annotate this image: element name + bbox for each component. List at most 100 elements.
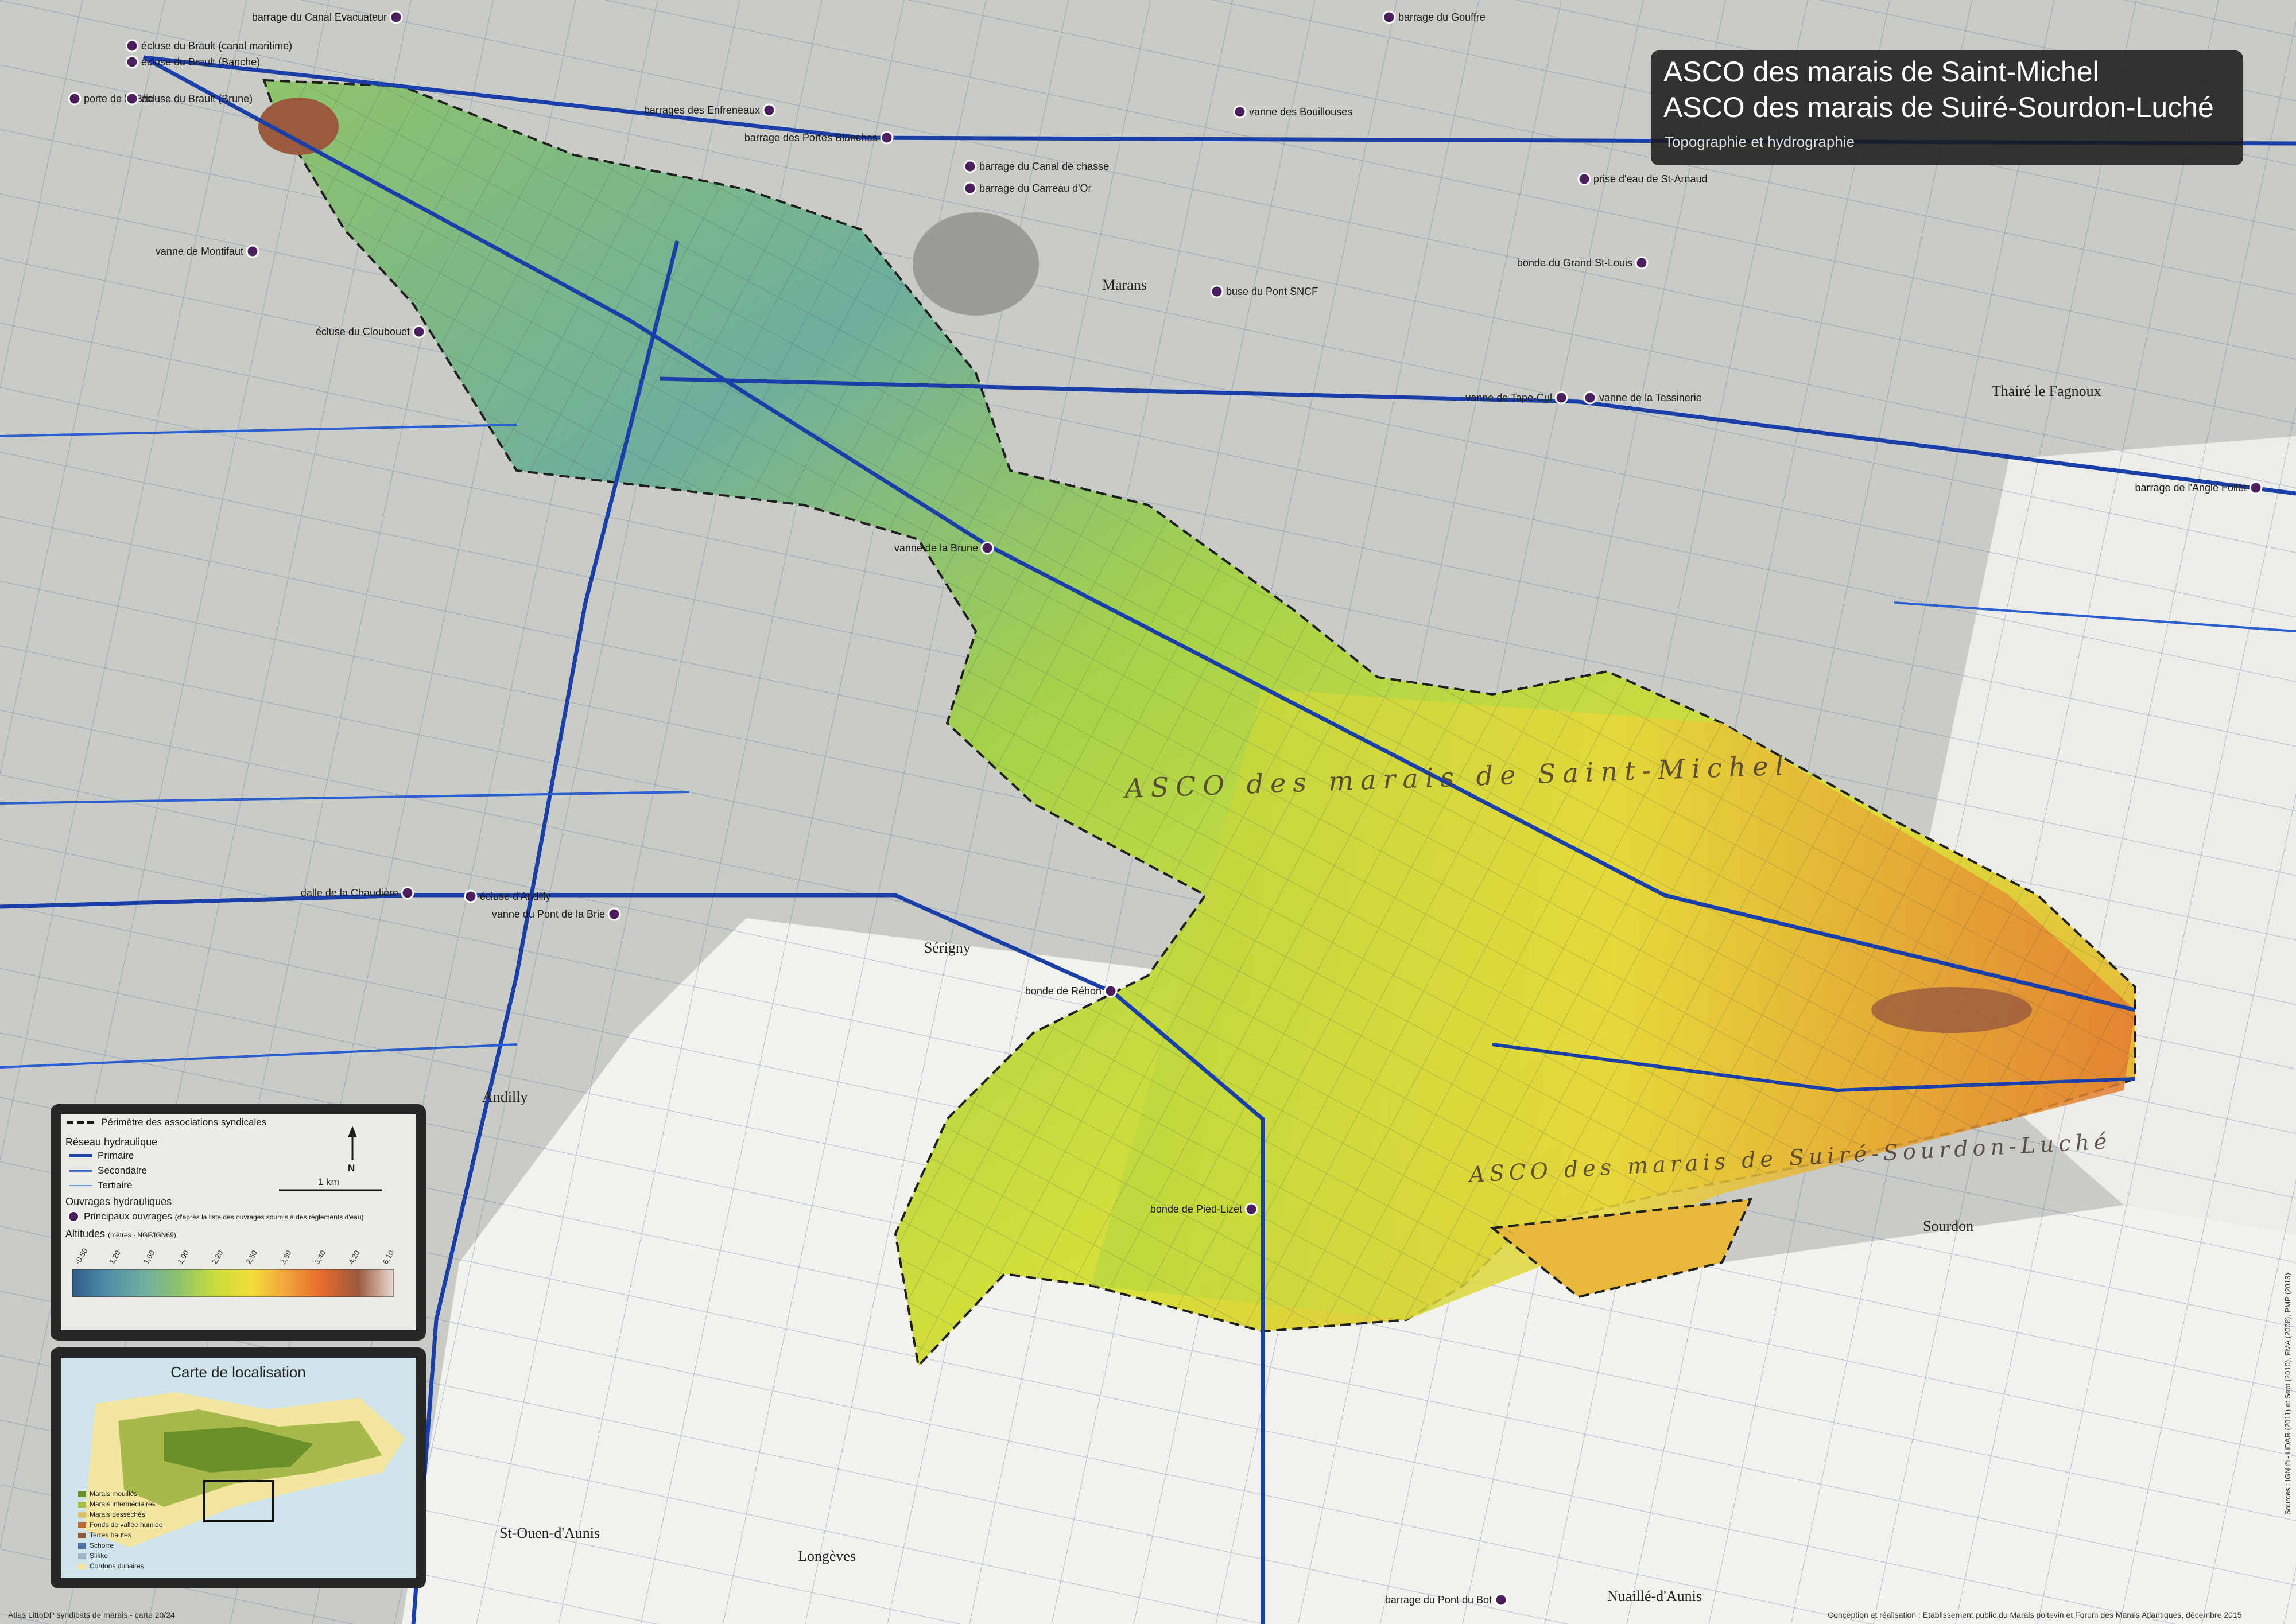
structure-label: écluse d'Andilly — [480, 891, 551, 902]
structure-label: barrage du Canal Evacuateur — [252, 11, 387, 23]
structure-marker[interactable] — [762, 103, 776, 117]
altitude-ramp-bar — [72, 1269, 394, 1297]
legend-works-header: Ouvrages hydrauliques — [65, 1196, 172, 1207]
structure-marker[interactable] — [963, 181, 977, 195]
structure-label: prise d'eau de St-Arnaud — [1593, 173, 1708, 185]
legend-primary: Primaire — [98, 1150, 134, 1161]
structure-label: buse du Pont SNCF — [1226, 286, 1318, 297]
loc-item: Schorre — [78, 1541, 114, 1549]
structure-label: écluse du Brault (canal maritime) — [141, 40, 292, 52]
legend-tertiary: Tertiaire — [98, 1180, 133, 1191]
footer-right: Conception et réalisation : Etablissemen… — [1828, 1610, 2242, 1619]
structure-marker[interactable] — [1104, 984, 1118, 998]
legend-main-works: Principaux ouvrages (d'après la liste de… — [84, 1211, 364, 1222]
town-label: St-Ouen-d'Aunis — [499, 1525, 600, 1541]
map-title-2: ASCO des marais de Suiré-Sourdon-Luché — [1663, 91, 2214, 123]
structure-marker[interactable] — [401, 886, 414, 900]
structure-marker[interactable] — [1494, 1593, 1508, 1607]
structure-label: écluse du Brault (Brune) — [141, 93, 253, 104]
structure-marker[interactable] — [1210, 285, 1224, 298]
structure-label: bonde de Pied-Lizet — [1150, 1203, 1242, 1215]
structure-marker[interactable] — [963, 160, 977, 173]
legend-altitudes-unit: (mètres - NGF/IGN69) — [108, 1231, 176, 1239]
altitude-tick-label: 1,60 — [142, 1249, 157, 1265]
legend-altitudes-title: Altitudes — [65, 1228, 106, 1240]
structure-marker[interactable] — [389, 10, 403, 24]
loc-item: Marais desséchés — [78, 1510, 145, 1518]
structure-marker[interactable] — [880, 131, 894, 145]
structure-label: vanne de Tape-Cul — [1465, 392, 1552, 403]
structure-marker[interactable] — [607, 907, 621, 921]
structure-marker[interactable] — [125, 39, 139, 53]
structure-marker[interactable] — [1583, 391, 1597, 405]
structure-marker[interactable] — [1244, 1202, 1258, 1216]
altitude-tick-label: 3,40 — [312, 1249, 327, 1265]
altitude-tick-label: 2,80 — [278, 1249, 293, 1265]
loc-item: Fonds de vallée humide — [78, 1521, 162, 1529]
structure-label: écluse du Cloubouet — [316, 326, 410, 337]
altitude-tick-label: 6,10 — [381, 1249, 396, 1265]
structure-marker[interactable] — [246, 244, 259, 258]
altitude-ticks: -0,50 1,20 1,60 1,90 2,20 2,50 2,80 3,40 4,20 6,1… — [73, 1246, 396, 1265]
scale-label: 1 km — [318, 1176, 339, 1187]
loc-item: Cordons dunaires — [78, 1562, 144, 1570]
structure-label: écluse du Brault (Banche) — [141, 56, 260, 68]
loc-item: Terres hautes — [78, 1531, 131, 1539]
altitude-color-ramp — [72, 1269, 394, 1297]
town-label: Longèves — [798, 1548, 856, 1564]
town-label: Nuaillé-d'Aunis — [1607, 1588, 1702, 1604]
structure-label: bonde de Réhon — [1025, 985, 1102, 997]
structure-label: vanne du Pont de la Brie — [492, 908, 605, 920]
structure-label: barrage du Carreau d'Or — [979, 182, 1092, 194]
loc-item: Marais mouillés — [78, 1490, 137, 1498]
map-page: ASCO des marais de Saint-Michel ASCO des… — [0, 0, 2296, 1624]
structure-label: barrage du Canal de chasse — [979, 161, 1109, 172]
structure-marker[interactable] — [464, 889, 478, 903]
structure-label: barrage du Pont du Bot — [1385, 1594, 1492, 1606]
legend-main-works-note: (d'après la liste des ouvrages soumis à … — [174, 1213, 364, 1221]
structure-label: dalle de la Chaudière — [301, 887, 398, 899]
structure-label: vanne des Bouillouses — [1249, 106, 1352, 118]
structure-marker[interactable] — [980, 541, 994, 555]
altitude-tick-label: 2,50 — [244, 1249, 259, 1265]
map-subtitle: Topographie et hydrographie — [1665, 133, 1855, 150]
location-map-title: Carte de localisation — [170, 1363, 306, 1381]
structure-marker[interactable] — [412, 325, 426, 339]
structure-marker[interactable] — [1635, 256, 1649, 270]
map-title-1: ASCO des marais de Saint-Michel — [1663, 56, 2099, 88]
structure-marker[interactable] — [125, 55, 139, 69]
legend-main-works-label: Principaux ouvrages — [84, 1211, 173, 1222]
town-label: Sourdon — [1923, 1218, 1973, 1234]
main-works-symbol — [68, 1211, 79, 1222]
marans-urban-area — [913, 212, 1039, 316]
town-label: Marans — [1102, 277, 1147, 293]
north-label: N — [348, 1163, 355, 1174]
structure-marker[interactable] — [2249, 481, 2263, 495]
altitude-tick-label: -0,50 — [73, 1246, 90, 1265]
legend-panel: -0,50 1,20 1,60 1,90 2,20 2,50 2,80 3,40 4,20 6,1… — [51, 1104, 426, 1341]
structure-marker[interactable] — [1554, 391, 1568, 405]
altitude-tick-label: 1,90 — [176, 1249, 191, 1265]
high-ground-patch-east — [1871, 987, 2032, 1033]
structure-marker[interactable] — [1382, 10, 1396, 24]
structure-label: barrages des Enfreneaux — [644, 104, 760, 116]
legend-altitudes-header: Altitudes (mètres - NGF/IGN69) — [65, 1228, 176, 1240]
structure-label: vanne de la Tessinerie — [1599, 392, 1702, 403]
town-label: Andilly — [482, 1089, 528, 1105]
location-map — [84, 1392, 405, 1547]
altitude-tick-label: 1,20 — [107, 1249, 122, 1265]
structure-marker[interactable] — [1577, 172, 1591, 186]
altitude-tick-label: 2,20 — [210, 1249, 225, 1265]
structure-marker[interactable] — [1233, 105, 1247, 119]
structure-marker[interactable] — [68, 92, 82, 106]
structure-label: barrage du Gouffre — [1398, 11, 1486, 23]
structure-label: barrage de l'Angle Follet — [2135, 482, 2247, 494]
town-label: Thairé le Fagnoux — [1992, 383, 2101, 399]
structure-marker[interactable] — [125, 92, 139, 106]
footer-left: Atlas LittoDP syndicats de marais - cart… — [8, 1610, 175, 1619]
legend-secondary: Secondaire — [98, 1165, 148, 1176]
altitude-tick-label: 4,20 — [347, 1249, 362, 1265]
legend-network-header: Réseau hydraulique — [65, 1136, 158, 1148]
title-panel: ASCO des marais de Saint-Michel ASCO des… — [1651, 50, 2243, 165]
loc-item: Slikke — [78, 1552, 108, 1560]
